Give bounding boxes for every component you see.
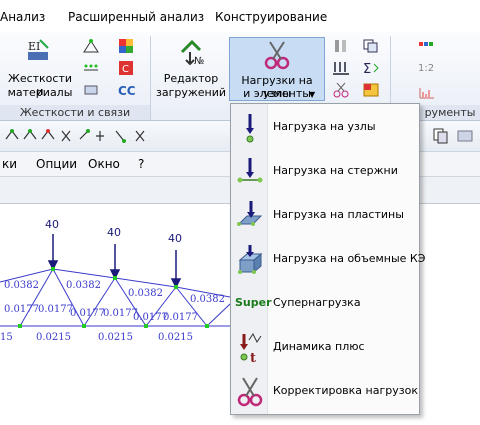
plate-load-icon bbox=[237, 201, 263, 226]
diagonal-value: 0.0177 bbox=[4, 304, 39, 315]
menu-item-plate-load[interactable]: Нагрузка на пластины bbox=[231, 196, 419, 236]
diagonal-value: 0.0177 bbox=[38, 304, 73, 315]
menu-item-label: Корректировка нагрузок bbox=[273, 384, 418, 397]
group-separator bbox=[150, 36, 151, 120]
svg-text:№: № bbox=[194, 56, 204, 66]
copy-loads-icon[interactable] bbox=[362, 38, 380, 54]
load-editor-icon: № bbox=[180, 39, 204, 66]
top-chord-value: 0.0382 bbox=[4, 280, 39, 291]
menu-item-bar-load[interactable]: Нагрузка на стержни bbox=[231, 152, 419, 192]
menu-item-volume-load[interactable]: Нагрузка на объемные КЭ bbox=[231, 240, 425, 280]
load-table-icon[interactable] bbox=[362, 82, 380, 98]
menu-item-label: Нагрузка на стержни bbox=[273, 164, 398, 177]
hinges-icon[interactable] bbox=[82, 60, 100, 76]
menu-item-node-load[interactable]: Нагрузка на узлы bbox=[231, 108, 419, 148]
diagonal-value: 0.0177 bbox=[163, 312, 198, 323]
distributed-load-icon[interactable] bbox=[332, 60, 350, 76]
load-label: 40 bbox=[168, 232, 182, 245]
diagonal-value: 0.0177 bbox=[70, 308, 105, 319]
top-chord-value: 0.0382 bbox=[190, 294, 225, 305]
svg-text:t: t bbox=[250, 351, 256, 364]
svg-text:C: C bbox=[122, 64, 129, 75]
bottom-chord-value: 15 bbox=[0, 332, 13, 343]
bottom-chord-value: 0.0215 bbox=[36, 332, 71, 343]
scissors-icon bbox=[264, 41, 290, 70]
menu-item-label: Нагрузка на объемные КЭ bbox=[273, 252, 426, 265]
chevron-down-icon: ▼ bbox=[309, 90, 316, 99]
display-options-icon[interactable] bbox=[418, 38, 436, 54]
menu-item-load-correction[interactable]: Корректировка нагрузок bbox=[231, 372, 419, 412]
chart-icon[interactable] bbox=[418, 84, 436, 100]
section-color-icon[interactable]: C bbox=[118, 60, 136, 76]
load-editor-label-1: Редактор bbox=[163, 72, 219, 85]
toolbar-icons-row bbox=[5, 129, 145, 143]
menu-item-dynamics-plus[interactable]: t Динамика плюс bbox=[231, 328, 419, 368]
tab-analysis[interactable]: Анализ bbox=[0, 10, 45, 24]
loads-on-nodes-elements-button[interactable]: Нагрузки на узлы и элементы ▼ bbox=[229, 37, 325, 101]
top-chord-value: 0.0382 bbox=[128, 288, 163, 299]
rigid-link-icon[interactable] bbox=[82, 82, 100, 98]
menu-item-label: Нагрузка на узлы bbox=[273, 120, 376, 133]
load-scissors-icon[interactable] bbox=[332, 82, 350, 98]
menu-item-label: Динамика плюс bbox=[273, 340, 365, 353]
menu-item-options[interactable]: Опции bbox=[36, 157, 77, 171]
copy-icon[interactable] bbox=[432, 127, 478, 145]
node-load-icon bbox=[246, 114, 254, 143]
load-editor-button[interactable]: № Редактор загружений bbox=[156, 36, 226, 100]
svg-text:Σ: Σ bbox=[363, 62, 371, 76]
volume-load-icon bbox=[238, 245, 263, 274]
loads-dropdown-menu: Нагрузка на узлы Нагрузка на стержни Наг… bbox=[230, 103, 425, 415]
menu-item-label: Нагрузка на пластины bbox=[273, 208, 404, 221]
instruments-group-label: рументы bbox=[420, 105, 480, 120]
menu-item-help[interactable]: ? bbox=[138, 157, 144, 171]
stiffness-button-label-2: материалы bbox=[7, 86, 73, 99]
tab-advanced-analysis[interactable]: Расширенный анализ bbox=[68, 10, 204, 24]
menu-item-label: Супернагрузка bbox=[273, 296, 361, 309]
stiffness-icon: EI bbox=[28, 39, 49, 60]
ribbon-tab-bar: Анализ Расширенный анализ Конструировани… bbox=[0, 0, 480, 33]
zoom-level[interactable]: 1:2 bbox=[418, 63, 434, 74]
load-editor-label-2: загружений bbox=[156, 86, 227, 99]
truss-diagram: 40 40 40 0.0382 0.0382 0.0382 0.0382 0.0… bbox=[0, 218, 230, 343]
columns-icon[interactable] bbox=[332, 38, 350, 54]
stiffness-materials-button[interactable]: EI Жесткости и материалы bbox=[4, 36, 76, 100]
load-correction-icon bbox=[237, 377, 263, 407]
bottom-chord-value: 0.0215 bbox=[158, 332, 193, 343]
truss-icon[interactable] bbox=[82, 38, 100, 54]
top-chord-value: 0.0382 bbox=[66, 280, 101, 291]
cc-button[interactable]: CC bbox=[118, 84, 136, 98]
stiffness-group-label: Жесткости и связи bbox=[0, 105, 150, 120]
menu-item-super-load[interactable]: Super Супернагрузка bbox=[231, 284, 419, 324]
menu-item-window[interactable]: Окно bbox=[88, 157, 120, 171]
bar-load-icon bbox=[237, 158, 263, 183]
sum-icon[interactable]: Σ bbox=[362, 60, 380, 76]
tab-design[interactable]: Конструирование bbox=[215, 10, 327, 24]
menu-item-tools[interactable]: ки bbox=[2, 157, 17, 171]
svg-text:EI: EI bbox=[28, 40, 40, 53]
load-label: 40 bbox=[107, 226, 121, 239]
super-load-icon: Super bbox=[235, 296, 272, 309]
material-color-icon[interactable] bbox=[118, 38, 136, 54]
dynamics-icon: t bbox=[240, 333, 262, 364]
bottom-chord-value: 0.0215 bbox=[98, 332, 133, 343]
load-label: 40 bbox=[45, 218, 59, 231]
